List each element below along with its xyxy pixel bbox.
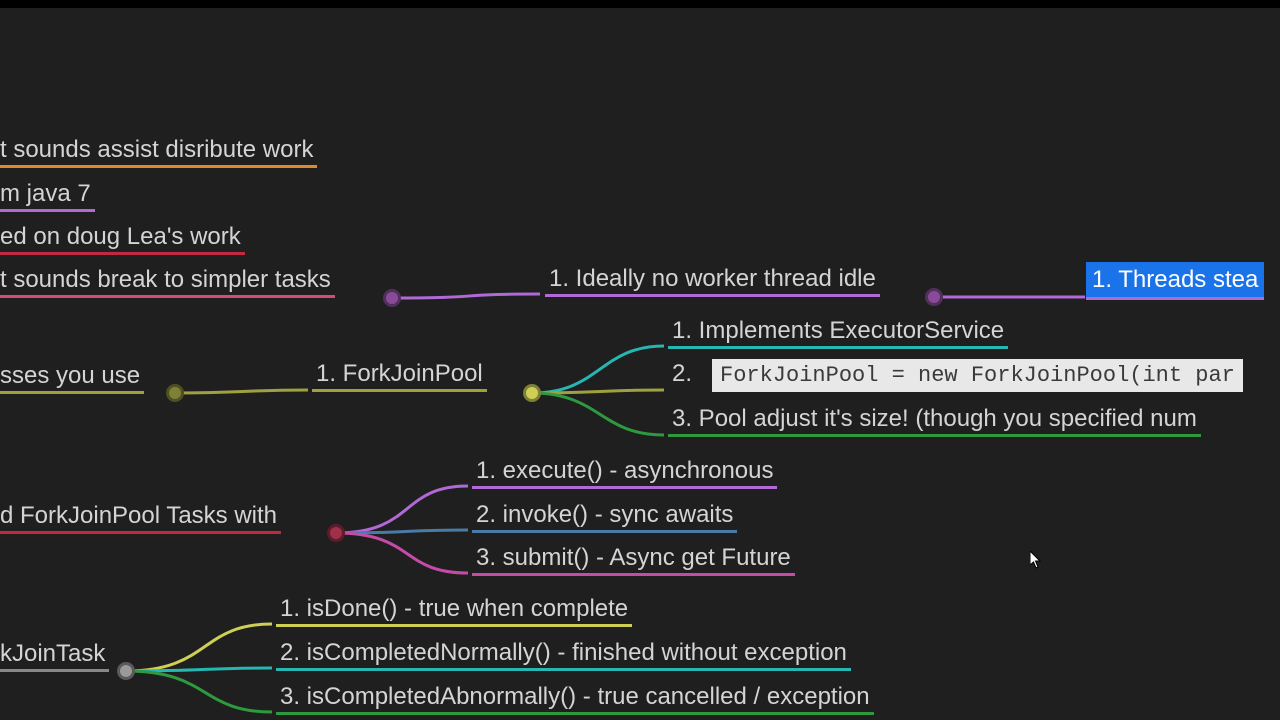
node-completed-abnormally[interactable]: 3. isCompletedAbnormally() - true cancel… <box>276 683 874 713</box>
node-implements-executor[interactable]: 1. Implements ExecutorService <box>668 317 1008 347</box>
port-forkjoinpool[interactable] <box>523 384 541 402</box>
node-completed-normally[interactable]: 2. isCompletedNormally() - finished with… <box>276 639 851 669</box>
node-classes-you-use[interactable]: sses you use <box>0 362 144 392</box>
node-pool-adjust[interactable]: 3. Pool adjust it's size! (though you sp… <box>668 405 1201 435</box>
node-no-idle[interactable]: 1. Ideally no worker thread idle <box>545 265 880 295</box>
node-java7[interactable]: m java 7 <box>0 180 95 210</box>
node-isdone[interactable]: 1. isDone() - true when complete <box>276 595 632 625</box>
node-assist-distribute[interactable]: t sounds assist disribute work <box>0 136 317 166</box>
mindmap-canvas[interactable]: t sounds assist disribute work m java 7 … <box>0 0 1280 720</box>
port-forkjointask[interactable] <box>117 662 135 680</box>
node-invoke[interactable]: 2. invoke() - sync awaits <box>472 501 737 531</box>
node-send-tasks[interactable]: d ForkJoinPool Tasks with <box>0 502 281 532</box>
node-break-simpler[interactable]: t sounds break to simpler tasks <box>0 266 335 296</box>
node-code-num: 2. <box>668 360 696 390</box>
node-execute[interactable]: 1. execute() - asynchronous <box>472 457 777 487</box>
port-no-idle[interactable] <box>925 288 943 306</box>
node-code-constructor[interactable]: ForkJoinPool = new ForkJoinPool(int par <box>712 359 1243 392</box>
node-submit[interactable]: 3. submit() - Async get Future <box>472 544 795 574</box>
node-forkjoinpool[interactable]: 1. ForkJoinPool <box>312 360 487 390</box>
port-send-tasks[interactable] <box>327 524 345 542</box>
port-break-simpler[interactable] <box>383 289 401 307</box>
node-threads-steal[interactable]: 1. Threads stea <box>1086 262 1264 298</box>
node-doug-lea[interactable]: ed on doug Lea's work <box>0 223 245 253</box>
port-classes[interactable] <box>166 384 184 402</box>
node-forkjointask[interactable]: kJoinTask <box>0 640 109 670</box>
